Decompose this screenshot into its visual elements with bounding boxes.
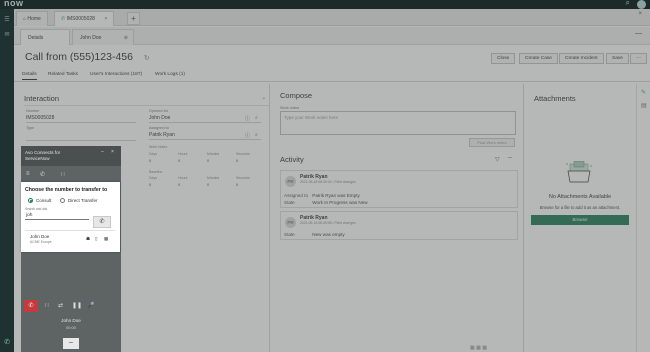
softphone-top-icons: ≡ ✆ ∷ [21, 168, 121, 182]
softphone-icon[interactable]: ✆ [3, 339, 11, 347]
mobile-icon[interactable]: ▯ [95, 236, 97, 242]
divider [25, 230, 115, 231]
phone-icon[interactable]: ✆ [40, 171, 45, 178]
dialpad-icon[interactable]: ∷ [45, 302, 49, 309]
softphone-header: Avo Connects for ServiceNow – × [21, 146, 121, 166]
transfer-dialog: Choose the number to transfer to Consult… [21, 182, 120, 252]
consult-label[interactable]: Consult [36, 198, 51, 203]
consult-radio[interactable] [28, 198, 33, 203]
top-bar: now ⌕ [0, 0, 650, 9]
mute-icon[interactable]: 🎤 [87, 302, 94, 309]
transfer-icon[interactable]: ⇄ [58, 302, 63, 309]
list-icon[interactable]: ☰ [3, 16, 11, 24]
dialpad-icon[interactable]: ∷ [61, 171, 65, 178]
call-controls: ✆ ∷ ⇄ ❚❚ 🎤 [21, 298, 121, 316]
result-name[interactable]: John Doe [30, 234, 49, 239]
dial-button[interactable]: ✆ [93, 216, 111, 228]
minimize-icon[interactable]: – [101, 149, 104, 155]
search-dial-input[interactable]: joh [25, 211, 89, 220]
inbox-icon[interactable]: ✉ [3, 31, 11, 39]
hangup-button[interactable]: ✆ [24, 300, 38, 312]
caller-name: John Doe [61, 318, 81, 323]
briefcase-icon[interactable]: ▩ [104, 236, 108, 242]
brand-logo[interactable]: now [4, 0, 24, 8]
softphone-title-line2: ServiceNow [25, 156, 50, 161]
direct-transfer-label[interactable]: Direct Transfer [68, 198, 98, 203]
office-icon[interactable]: ☗ [86, 236, 90, 242]
collapse-widget-button[interactable]: – [63, 338, 79, 349]
direct-transfer-radio[interactable] [60, 198, 65, 203]
menu-icon[interactable]: ≡ [26, 171, 30, 177]
user-avatar[interactable] [637, 0, 646, 9]
call-timer: 00:00 [65, 325, 76, 330]
close-icon[interactable]: × [111, 149, 114, 155]
left-rail: ☰ ✉ ✆ [0, 9, 14, 352]
result-company: ACME Europe [30, 240, 52, 244]
hold-icon[interactable]: ❚❚ [72, 302, 82, 309]
global-search-icon[interactable]: ⌕ [626, 0, 630, 8]
transfer-dialog-title: Choose the number to transfer to [25, 187, 108, 193]
softphone-title: Avo Connects for ServiceNow [25, 150, 60, 162]
